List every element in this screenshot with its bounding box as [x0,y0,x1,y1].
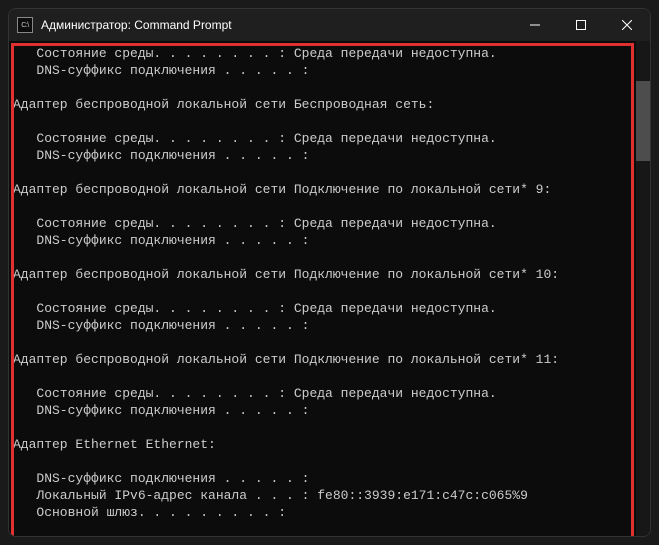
scrollbar-thumb[interactable] [636,81,650,161]
command-prompt-window: C:\ Администратор: Command Prompt Состоя… [8,8,651,537]
terminal-line [13,368,636,385]
titlebar[interactable]: C:\ Администратор: Command Prompt [9,9,650,41]
terminal-line: Состояние среды. . . . . . . . : Среда п… [13,215,636,232]
minimize-button[interactable] [512,9,558,41]
cmd-icon: C:\ [17,17,33,33]
terminal-line [13,283,636,300]
terminal-line: Адаптер беспроводной локальной сети Подк… [13,351,636,368]
terminal-line [13,521,636,537]
terminal-line: Состояние среды. . . . . . . . : Среда п… [13,385,636,402]
maximize-button[interactable] [558,9,604,41]
terminal-line: Основной шлюз. . . . . . . . . : [13,504,636,521]
terminal-line: Состояние среды. . . . . . . . : Среда п… [13,300,636,317]
terminal-line [13,164,636,181]
terminal-line: DNS-суффикс подключения . . . . . : [13,147,636,164]
terminal-line [13,113,636,130]
terminal-line: DNS-суффикс подключения . . . . . : [13,470,636,487]
terminal-line: DNS-суффикс подключения . . . . . : [13,402,636,419]
window-title: Администратор: Command Prompt [41,18,512,32]
terminal-line: DNS-суффикс подключения . . . . . : [13,317,636,334]
terminal-line: Адаптер беспроводной локальной сети Подк… [13,266,636,283]
terminal-line [13,419,636,436]
terminal-line: Адаптер беспроводной локальной сети Бесп… [13,96,636,113]
terminal-line [13,453,636,470]
terminal-line [13,249,636,266]
terminal-line: DNS-суффикс подключения . . . . . : [13,232,636,249]
terminal-line [13,334,636,351]
close-button[interactable] [604,9,650,41]
terminal-line [13,198,636,215]
terminal-line: Состояние среды. . . . . . . . : Среда п… [13,130,636,147]
content-area: Состояние среды. . . . . . . . : Среда п… [9,41,650,537]
terminal-line [13,79,636,96]
terminal-line: Локальный IPv6-адрес канала . . . : fe80… [13,487,636,504]
terminal-line: Адаптер беспроводной локальной сети Подк… [13,181,636,198]
window-controls [512,9,650,41]
terminal-line: Адаптер Ethernet Ethernet: [13,436,636,453]
terminal-output[interactable]: Состояние среды. . . . . . . . : Среда п… [9,41,636,537]
scrollbar-track[interactable] [636,41,650,537]
terminal-line: Состояние среды. . . . . . . . : Среда п… [13,45,636,62]
terminal-line: DNS-суффикс подключения . . . . . : [13,62,636,79]
